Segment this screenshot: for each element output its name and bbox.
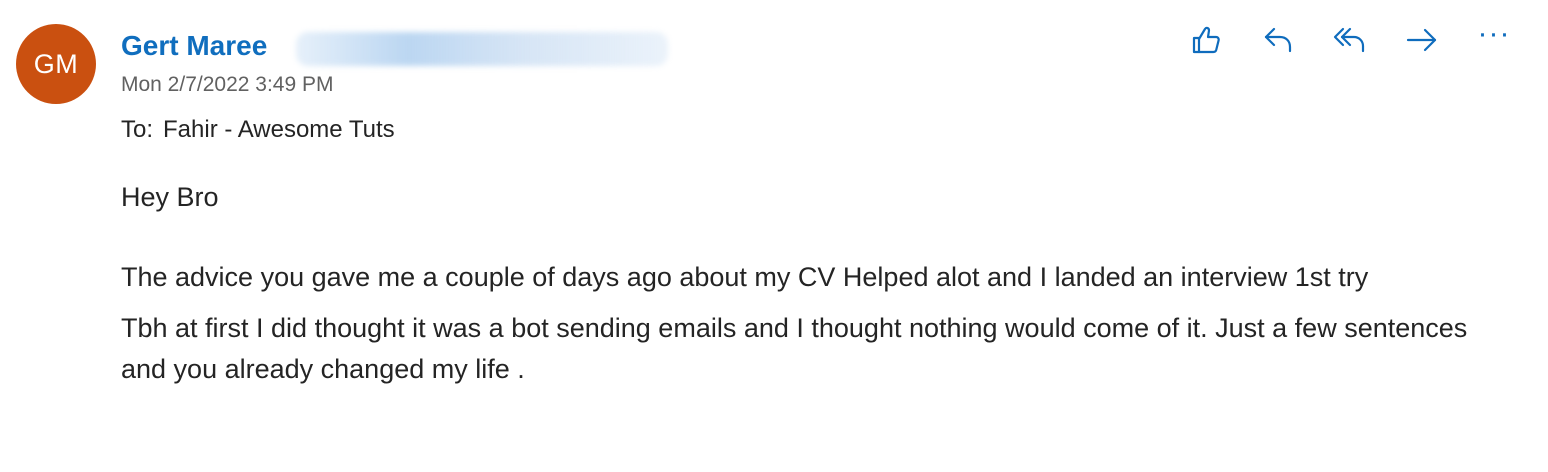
body-paragraph-1: The advice you gave me a couple of days … xyxy=(121,262,1369,292)
email-reading-pane: GM Gert Maree Mon 2/7/2022 3:49 PM To: Fa… xyxy=(0,0,1548,472)
recipient-name[interactable]: Fahir - Awesome Tuts xyxy=(163,116,395,143)
reply-all-button[interactable] xyxy=(1314,18,1386,62)
sender-email-redacted xyxy=(296,32,668,66)
sent-timestamp: Mon 2/7/2022 3:49 PM xyxy=(121,73,334,96)
sender-name[interactable]: Gert Maree xyxy=(121,29,267,63)
forward-icon xyxy=(1406,28,1437,52)
avatar-initials: GM xyxy=(33,48,79,79)
body-greeting: Hey Bro xyxy=(121,182,219,212)
reply-button[interactable] xyxy=(1242,18,1314,62)
body-paragraph-2: Tbh at first I did thought it was a bot … xyxy=(121,313,1468,384)
forward-button[interactable] xyxy=(1386,18,1458,62)
like-icon xyxy=(1192,26,1220,54)
recipients-line: To: Fahir - Awesome Tuts xyxy=(121,115,395,145)
message-body: Hey Bro The advice you gave me a couple … xyxy=(121,177,1521,390)
message-actions-toolbar: ··· xyxy=(1170,18,1530,62)
like-button[interactable] xyxy=(1170,18,1242,62)
more-icon: ··· xyxy=(1477,17,1511,50)
reply-all-icon xyxy=(1333,27,1365,53)
avatar[interactable]: GM xyxy=(16,24,96,104)
more-actions-button[interactable]: ··· xyxy=(1458,18,1530,62)
to-label: To: xyxy=(121,116,154,143)
reply-icon xyxy=(1264,27,1292,53)
